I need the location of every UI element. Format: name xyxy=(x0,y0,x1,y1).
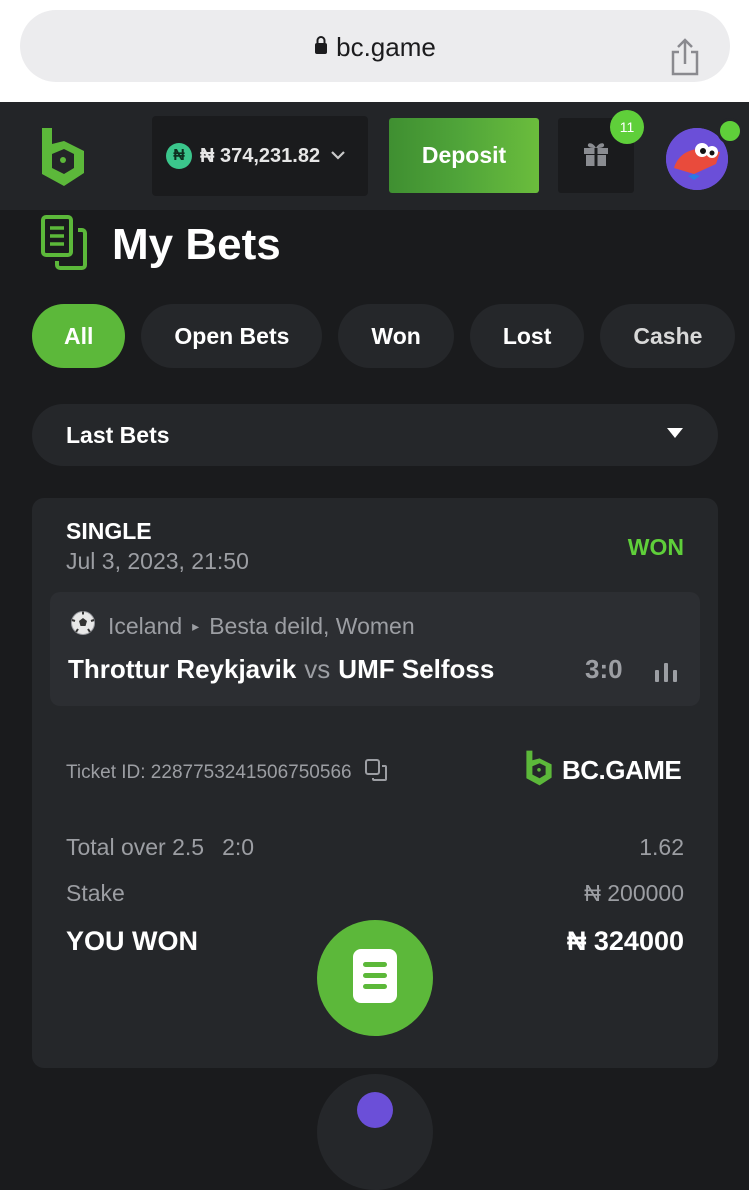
chevron-down-icon xyxy=(330,147,346,165)
breadcrumb-separator-icon: ▸ xyxy=(192,617,200,634)
stats-icon[interactable] xyxy=(654,662,678,687)
bets-icon xyxy=(40,214,88,275)
page-title: My Bets xyxy=(112,219,281,269)
stake-value: ₦ 200000 xyxy=(584,880,684,906)
balance-selector[interactable]: ₦ ₦ 374,231.82 xyxy=(152,116,368,196)
top-navigation: ₦ ₦ 374,231.82 Deposit 11 xyxy=(0,102,749,210)
page-heading: My Bets xyxy=(40,214,281,275)
market-info: Total over 2.5 2:0 xyxy=(66,834,254,861)
match-country: Iceland xyxy=(108,612,183,639)
market-score: 2:0 xyxy=(222,834,255,860)
url-text-wrap: bc.game xyxy=(20,32,730,63)
caret-down-icon xyxy=(666,426,684,444)
bet-datetime: Jul 3, 2023, 21:50 xyxy=(66,548,249,574)
vs-label: vs xyxy=(304,654,331,684)
filter-tab-all[interactable]: All xyxy=(32,304,126,368)
url-text: bc.game xyxy=(336,32,436,62)
secondary-fab-button[interactable] xyxy=(317,1074,433,1190)
filter-tab-open-bets[interactable]: Open Bets xyxy=(141,304,323,368)
fab-avatar-icon xyxy=(357,1092,393,1128)
filter-tab-cashed[interactable]: Cashe xyxy=(600,304,736,368)
home-team: Throttur Reykjavik xyxy=(68,654,297,684)
won-label: YOU WON xyxy=(66,926,198,956)
bc-logo-icon[interactable] xyxy=(38,126,88,193)
bet-type: SINGLE xyxy=(66,518,152,544)
gift-icon xyxy=(581,138,611,173)
filter-tabs: All Open Bets Won Lost Cashe xyxy=(32,304,736,368)
filter-tab-won[interactable]: Won xyxy=(338,304,454,368)
balance-amount: ₦ 374,231.82 xyxy=(200,144,321,167)
match-teams: Throttur Reykjavik vs UMF Selfoss xyxy=(68,654,494,685)
odds-value: 1.62 xyxy=(639,834,684,860)
betslip-icon xyxy=(352,948,398,1009)
deposit-button[interactable]: Deposit xyxy=(389,118,539,193)
browser-bar: bc.game xyxy=(0,0,749,102)
soccer-ball-icon xyxy=(70,610,96,642)
filter-tabs-viewport: All Open Bets Won Lost Cashe xyxy=(0,300,749,372)
match-score: 3:0 xyxy=(585,654,623,684)
share-icon[interactable] xyxy=(668,36,702,83)
stake-label: Stake xyxy=(66,880,125,906)
bet-status: WON xyxy=(627,534,684,560)
brand-logo: BC.GAME xyxy=(524,748,682,793)
bc-logo-small-icon xyxy=(524,748,554,793)
brand-name: BC.GAME xyxy=(562,755,682,785)
won-value: ₦ 324000 xyxy=(566,926,684,956)
match-league: Besta deild, Women xyxy=(209,612,415,639)
notification-badge: 11 xyxy=(610,110,644,144)
dropdown-selected-value: Last Bets xyxy=(66,421,170,448)
bets-period-dropdown[interactable]: Last Bets xyxy=(32,404,718,466)
match-info[interactable]: Iceland ▸ Besta deild, Women Throttur Re… xyxy=(50,592,700,706)
filter-tab-lost[interactable]: Lost xyxy=(469,304,585,368)
lock-icon xyxy=(314,31,328,62)
stake-row: Stake ₦ 200000 xyxy=(66,880,684,907)
betslip-fab-button[interactable] xyxy=(317,920,433,1036)
market-row: Total over 2.5 2:0 1.62 xyxy=(66,834,684,861)
url-bar[interactable]: bc.game xyxy=(20,10,730,82)
copy-icon[interactable] xyxy=(364,758,388,788)
ticket-id: Ticket ID: 228775324150675056​6 xyxy=(66,762,352,783)
market-name: Total over 2.5 xyxy=(66,834,205,860)
away-team: UMF Selfoss xyxy=(338,654,495,684)
ticket-id-row: Ticket ID: 228775324150675056​6 xyxy=(66,758,388,788)
online-status-dot xyxy=(717,118,743,144)
naira-coin-icon: ₦ xyxy=(166,143,192,169)
league-line: Iceland ▸ Besta deild, Women xyxy=(70,610,415,642)
